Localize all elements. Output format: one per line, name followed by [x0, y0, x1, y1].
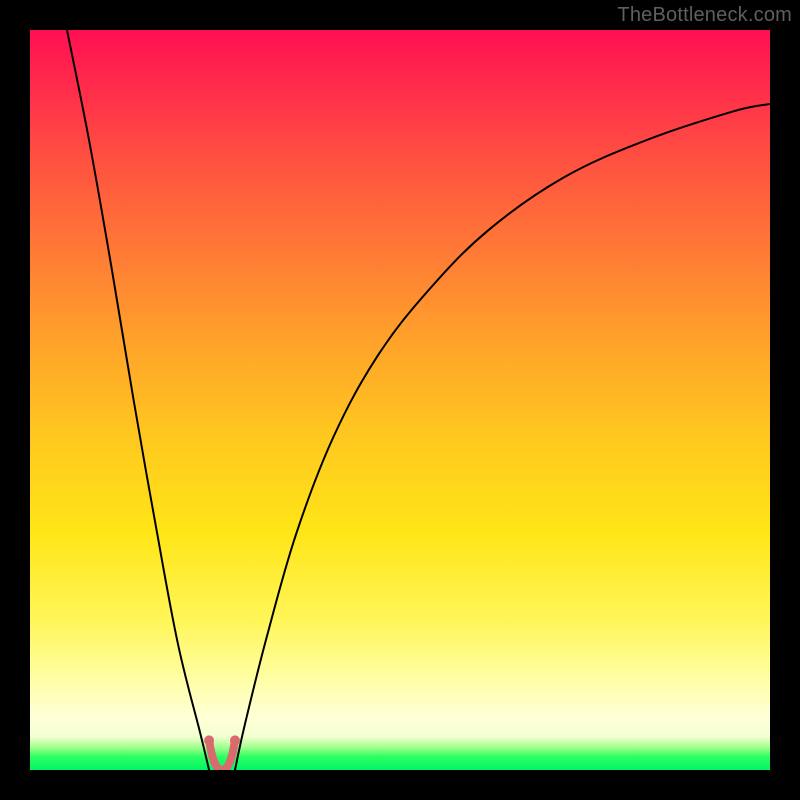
- watermark-text: TheBottleneck.com: [617, 4, 792, 27]
- curve-left-branch: [67, 30, 209, 770]
- chart-frame: TheBottleneck.com: [0, 0, 800, 800]
- plot-area: [30, 30, 770, 770]
- chart-svg: [30, 30, 770, 770]
- u-marker: [204, 735, 240, 770]
- curve-right-branch: [235, 104, 770, 770]
